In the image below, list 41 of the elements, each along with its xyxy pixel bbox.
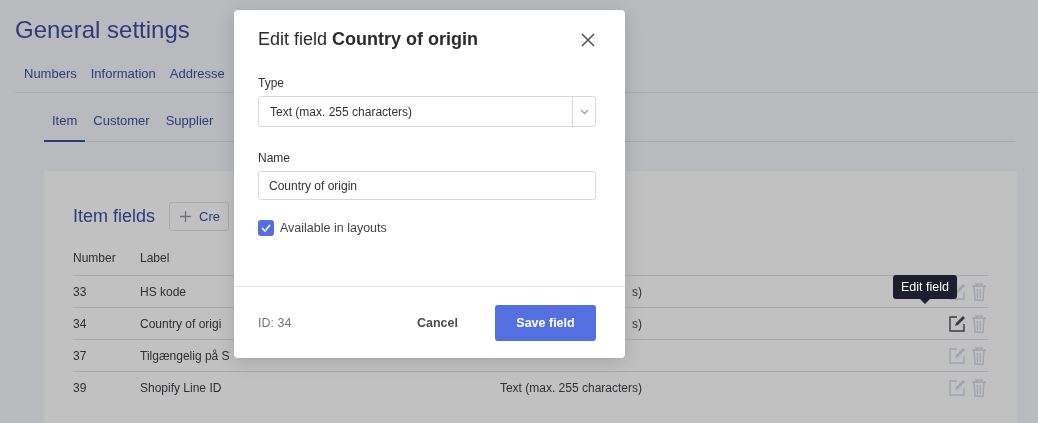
number-cell: 33 <box>73 284 87 299</box>
trash-icon[interactable] <box>969 377 989 398</box>
column-header: Label <box>140 251 171 267</box>
tab[interactable]: Item <box>44 108 86 142</box>
pointer-icon <box>919 299 930 304</box>
id-text: ID: 34 <box>258 315 293 330</box>
tab[interactable]: Addresse <box>169 66 225 81</box>
tab[interactable]: Customer <box>85 108 158 142</box>
page-title: General settings <box>15 16 190 44</box>
tab[interactable]: Numbers <box>24 66 77 81</box>
dialog-title: Edit field Country of origin <box>258 29 479 50</box>
type-cell: Text (max. 255 characters) <box>499 380 642 395</box>
label-cell: HS kode <box>140 284 187 299</box>
number-cell: 39 <box>73 380 87 395</box>
cancel-button[interactable]: Cancel <box>393 305 482 340</box>
type-cell: s) <box>632 284 642 299</box>
name-field[interactable]: Country of origin <box>258 171 596 200</box>
close-icon[interactable] <box>580 31 596 48</box>
type-cell: s) <box>632 316 642 331</box>
name-label: Name <box>258 151 291 165</box>
tab[interactable]: Supplier <box>157 108 222 142</box>
plus-icon <box>180 211 192 222</box>
type-select[interactable]: Text (max. 255 characters) <box>258 96 596 127</box>
checkmark-icon <box>261 224 271 232</box>
number-cell: 37 <box>73 348 87 363</box>
save-button[interactable]: Save field <box>495 304 596 341</box>
type-label: Type <box>258 76 285 90</box>
section-title: Item fields <box>73 206 156 227</box>
trash-icon[interactable] <box>969 345 989 366</box>
label-cell: Country of origi <box>140 316 222 331</box>
tooltip: Edit field <box>893 275 957 304</box>
edit-icon[interactable] <box>947 313 967 334</box>
checkbox[interactable] <box>258 220 274 236</box>
label-cell: Shopify Line ID <box>140 380 222 395</box>
column-header: Number <box>73 251 117 267</box>
tab[interactable]: Information <box>90 66 156 81</box>
create-button[interactable]: Cre <box>169 202 230 231</box>
caret-icon <box>579 108 589 115</box>
label-cell: Tilgængelig på S <box>140 348 230 363</box>
checkbox-label: Available in layouts <box>280 221 387 235</box>
number-cell: 34 <box>73 316 87 331</box>
